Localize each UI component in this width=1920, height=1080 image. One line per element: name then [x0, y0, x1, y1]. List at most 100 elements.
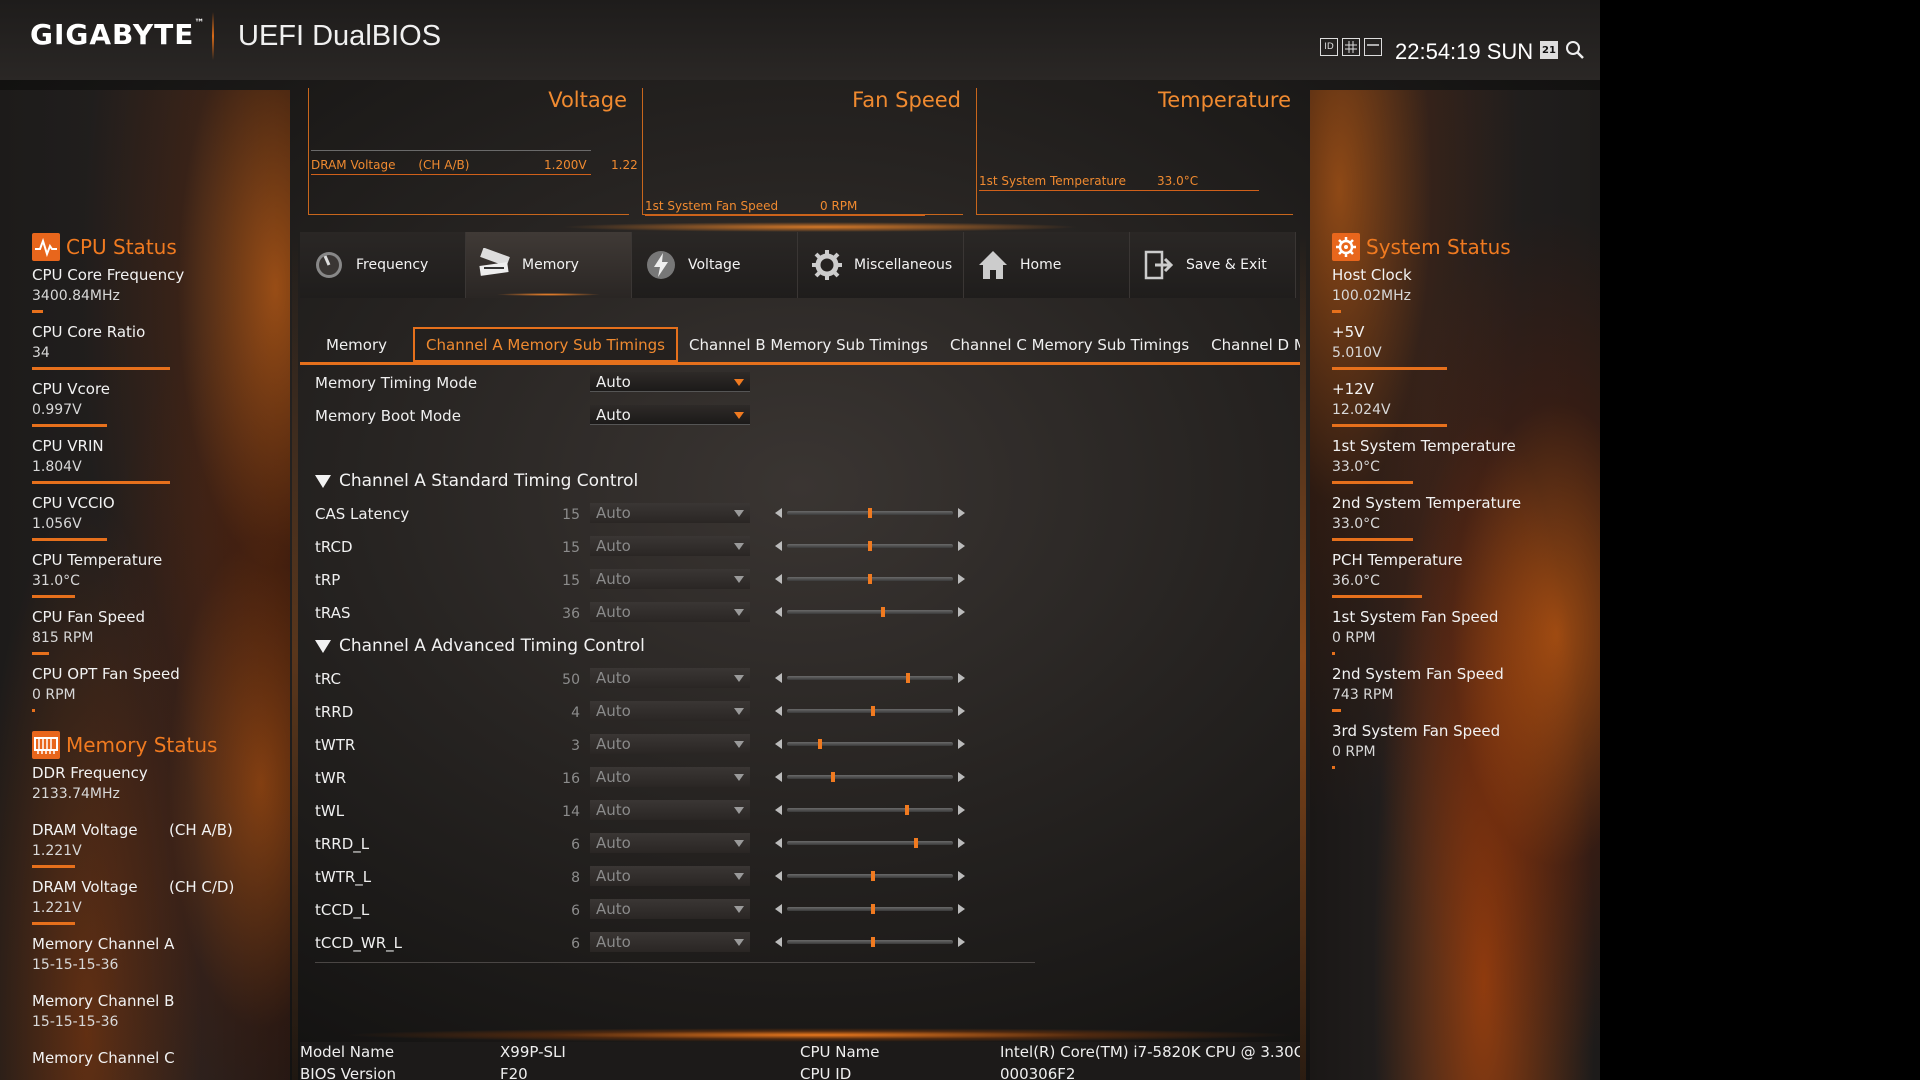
timing-slider[interactable]	[775, 705, 965, 717]
slider-thumb[interactable]	[871, 871, 876, 881]
option-dropdown[interactable]: Auto	[590, 602, 750, 622]
subtab-item[interactable]: Channel B Memory Sub Timings	[678, 327, 939, 362]
tab-save-exit[interactable]: Save & Exit	[1130, 232, 1296, 298]
slider-thumb[interactable]	[831, 772, 836, 782]
slider-left-arrow-icon[interactable]	[775, 805, 782, 815]
slider-right-arrow-icon[interactable]	[958, 508, 965, 518]
option-dropdown[interactable]: Auto	[590, 569, 750, 589]
slider-left-arrow-icon[interactable]	[775, 574, 782, 584]
timing-slider[interactable]	[775, 771, 965, 783]
slider-right-arrow-icon[interactable]	[958, 574, 965, 584]
slider-right-arrow-icon[interactable]	[958, 937, 965, 947]
option-dropdown[interactable]: Auto	[590, 734, 750, 754]
window-icon[interactable]	[1364, 38, 1382, 56]
tab-frequency[interactable]: Frequency	[300, 232, 466, 298]
option-dropdown[interactable]: Auto	[590, 833, 750, 853]
timing-slider[interactable]	[775, 903, 965, 915]
option-dropdown[interactable]: Auto	[590, 668, 750, 688]
slider-left-arrow-icon[interactable]	[775, 871, 782, 881]
subtab-item[interactable]: Channel D Mer	[1200, 327, 1300, 362]
slider-thumb[interactable]	[871, 706, 876, 716]
option-dropdown[interactable]: Auto	[590, 372, 750, 392]
tab-home[interactable]: Home	[964, 232, 1130, 298]
slider-thumb[interactable]	[868, 574, 872, 584]
slider-track[interactable]	[787, 772, 953, 782]
slider-left-arrow-icon[interactable]	[775, 673, 782, 683]
slider-thumb[interactable]	[906, 673, 911, 683]
slider-left-arrow-icon[interactable]	[775, 541, 782, 551]
slider-right-arrow-icon[interactable]	[958, 772, 965, 782]
slider-track[interactable]	[787, 904, 953, 914]
option-dropdown[interactable]: Auto	[590, 800, 750, 820]
option-dropdown[interactable]: Auto	[590, 536, 750, 556]
slider-thumb[interactable]	[868, 508, 872, 518]
slider-thumb[interactable]	[818, 739, 823, 749]
timing-slider[interactable]	[775, 936, 965, 948]
slider-thumb[interactable]	[868, 541, 872, 551]
option-dropdown[interactable]: Auto	[590, 701, 750, 721]
timing-slider[interactable]	[775, 804, 965, 816]
slider-track[interactable]	[787, 508, 953, 518]
option-dropdown[interactable]: Auto	[590, 767, 750, 787]
id-icon[interactable]: ID	[1320, 38, 1338, 56]
slider-right-arrow-icon[interactable]	[958, 838, 965, 848]
section-header[interactable]: Channel A Standard Timing Control	[315, 468, 638, 494]
timing-slider[interactable]	[775, 837, 965, 849]
search-icon[interactable]	[1565, 40, 1585, 60]
slider-right-arrow-icon[interactable]	[958, 541, 965, 551]
slider-thumb[interactable]	[871, 904, 876, 914]
slider-right-arrow-icon[interactable]	[958, 706, 965, 716]
slider-left-arrow-icon[interactable]	[775, 607, 782, 617]
slider-track[interactable]	[787, 541, 953, 551]
subtab-item[interactable]: Channel C Memory Sub Timings	[939, 327, 1200, 362]
temperature-graph[interactable]: Temperature 1st System Temperature 33.0°…	[976, 88, 1293, 215]
timing-slider[interactable]	[775, 672, 965, 684]
slider-thumb[interactable]	[904, 805, 909, 815]
slider-left-arrow-icon[interactable]	[775, 706, 782, 716]
slider-thumb[interactable]	[871, 937, 876, 947]
subtab-item[interactable]: Memory	[300, 327, 413, 362]
slider-left-arrow-icon[interactable]	[775, 739, 782, 749]
tab-memory[interactable]: Memory	[466, 232, 632, 298]
slider-right-arrow-icon[interactable]	[958, 805, 965, 815]
slider-track[interactable]	[787, 706, 953, 716]
fan-speed-graph[interactable]: Fan Speed 1st System Fan Speed 0 RPM	[642, 88, 963, 216]
slider-left-arrow-icon[interactable]	[775, 904, 782, 914]
tab-miscellaneous[interactable]: Miscellaneous	[798, 232, 964, 298]
slider-track[interactable]	[787, 871, 953, 881]
slider-thumb[interactable]	[881, 607, 886, 617]
slider-right-arrow-icon[interactable]	[958, 871, 965, 881]
slider-track[interactable]	[787, 739, 953, 749]
option-dropdown[interactable]: Auto	[590, 503, 750, 523]
timing-slider[interactable]	[775, 870, 965, 882]
timing-slider[interactable]	[775, 540, 965, 552]
option-dropdown[interactable]: Auto	[590, 932, 750, 952]
slider-track[interactable]	[787, 937, 953, 947]
slider-right-arrow-icon[interactable]	[958, 673, 965, 683]
option-dropdown[interactable]: Auto	[590, 899, 750, 919]
option-dropdown[interactable]: Auto	[590, 405, 750, 425]
voltage-graph[interactable]: Voltage DRAM Voltage (CH A/B) 1.200V 1.2…	[308, 88, 638, 215]
subtab-item[interactable]: Channel A Memory Sub Timings	[413, 327, 678, 362]
slider-track[interactable]	[787, 838, 953, 848]
slider-left-arrow-icon[interactable]	[775, 937, 782, 947]
slider-track[interactable]	[787, 574, 953, 584]
section-header[interactable]: Channel A Advanced Timing Control	[315, 633, 645, 659]
timing-slider[interactable]	[775, 738, 965, 750]
option-dropdown[interactable]: Auto	[590, 866, 750, 886]
slider-left-arrow-icon[interactable]	[775, 838, 782, 848]
slider-left-arrow-icon[interactable]	[775, 772, 782, 782]
timing-slider[interactable]	[775, 606, 965, 618]
slider-right-arrow-icon[interactable]	[958, 739, 965, 749]
calendar-icon[interactable]: 21	[1540, 41, 1558, 59]
slider-thumb[interactable]	[914, 838, 919, 848]
slider-track[interactable]	[787, 805, 953, 815]
slider-left-arrow-icon[interactable]	[775, 508, 782, 518]
grid-view-icon[interactable]	[1342, 38, 1360, 56]
tab-voltage[interactable]: Voltage	[632, 232, 798, 298]
timing-slider[interactable]	[775, 573, 965, 585]
slider-right-arrow-icon[interactable]	[958, 607, 965, 617]
slider-track[interactable]	[787, 607, 953, 617]
slider-right-arrow-icon[interactable]	[958, 904, 965, 914]
slider-track[interactable]	[787, 673, 953, 683]
